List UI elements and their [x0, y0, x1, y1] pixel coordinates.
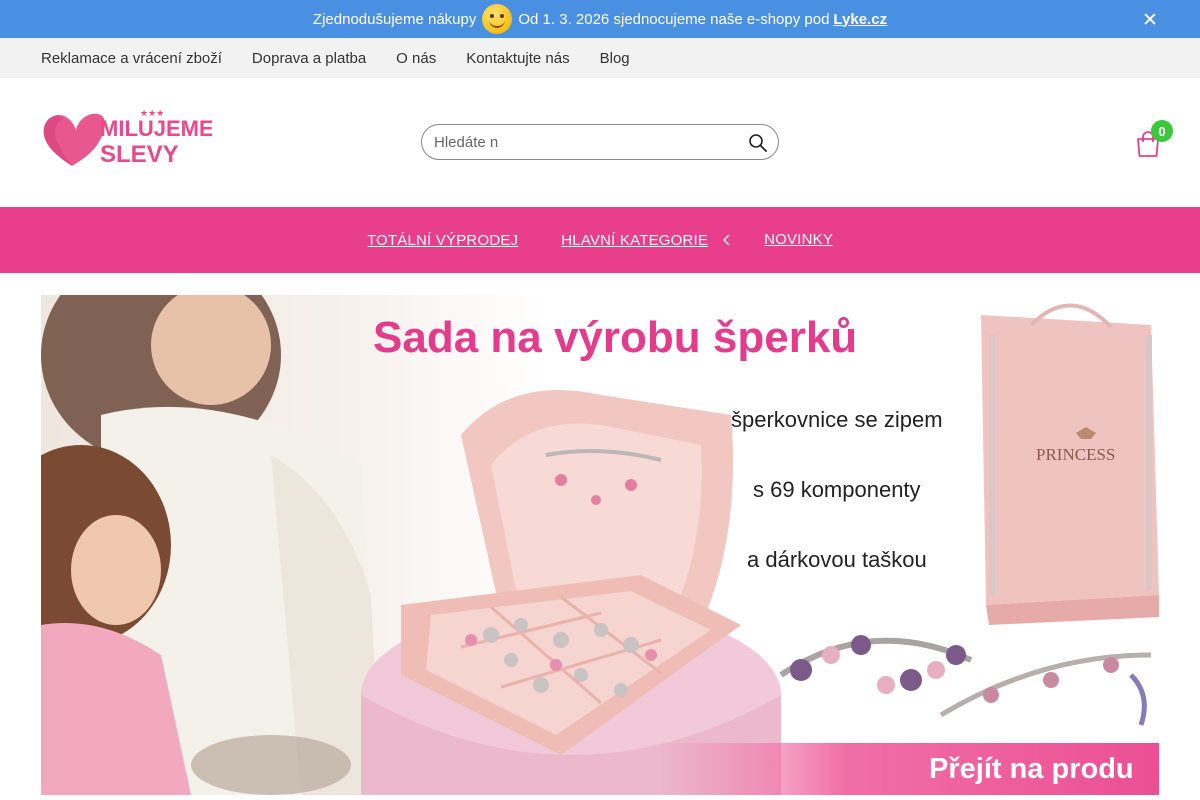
- search-icon[interactable]: [748, 133, 768, 153]
- banner-cta-strip: Přejít na produ: [41, 743, 1159, 795]
- banner-cta-label: Přejít na produ: [929, 753, 1134, 785]
- toplink-kontakt[interactable]: Kontaktujte nás: [466, 50, 569, 67]
- top-links-bar: Reklamace a vrácení zboží Doprava a plat…: [0, 38, 1200, 78]
- toplink-blog[interactable]: Blog: [600, 50, 630, 67]
- cart-count-badge: 0: [1151, 120, 1173, 142]
- toplink-reklamace[interactable]: Reklamace a vrácení zboží: [41, 50, 222, 67]
- main-nav: TOTÁLNÍ VÝPRODEJ HLAVNÍ KATEGORIE NOVINK…: [0, 207, 1200, 273]
- search-input[interactable]: [434, 131, 734, 153]
- toplink-o-nas[interactable]: O nás: [396, 50, 436, 67]
- banner-feature-1: šperkovnice se zipem: [731, 407, 943, 432]
- svg-text:SLEVY: SLEVY: [100, 141, 179, 168]
- chevron-left-icon: [723, 234, 730, 246]
- banner-feature-3: a dárkovou taškou: [747, 547, 927, 572]
- logo-heart-icon: MILUJEME SLEVY ★★★: [43, 109, 214, 168]
- svg-text:★★★: ★★★: [140, 109, 164, 119]
- banner-feature-2: s 69 komponenty: [753, 477, 921, 502]
- cart-button[interactable]: 0: [1134, 120, 1174, 160]
- nav-item-totalni-vyprodej[interactable]: TOTÁLNÍ VÝPRODEJ: [367, 232, 518, 249]
- nav-item-novinky[interactable]: NOVINKY: [764, 230, 834, 249]
- announcement-link[interactable]: Lyke.cz: [833, 11, 887, 28]
- toplink-doprava[interactable]: Doprava a platba: [252, 50, 366, 67]
- search-box: [421, 124, 779, 160]
- announcement-text-before: Zjednodušujeme nákupy: [312, 10, 477, 28]
- site-header: MILUJEME SLEVY ★★★ 0: [0, 78, 1200, 207]
- announcement-bar: Zjednodušujeme nákupy Od 1. 3. 2026 sjed…: [0, 0, 1200, 38]
- bag-brand-text: PRINCESS: [1036, 445, 1115, 464]
- banner-title: Sada na výrobu šperků: [373, 313, 858, 362]
- smile-emoji-icon: [482, 4, 513, 34]
- close-icon[interactable]: [1140, 9, 1160, 29]
- announcement-text-after: Od 1. 3. 2026 sjednocujeme naše e-shopy …: [518, 10, 830, 28]
- svg-text:MILUJEME: MILUJEME: [100, 116, 212, 141]
- hero-banner[interactable]: PRINCESS Sada na výrobu šperků šperkovni…: [41, 295, 1159, 795]
- nav-item-hlavni-kategorie[interactable]: HLAVNÍ KATEGORIE: [561, 232, 734, 249]
- nav-item-label: TOTÁLNÍ VÝPRODEJ: [366, 231, 519, 249]
- nav-item-label: HLAVNÍ KATEGORIE: [561, 231, 709, 249]
- banner-photo: PRINCESS: [41, 295, 1159, 795]
- site-logo[interactable]: MILUJEME SLEVY ★★★: [42, 108, 214, 170]
- nav-item-label: NOVINKY: [764, 230, 834, 248]
